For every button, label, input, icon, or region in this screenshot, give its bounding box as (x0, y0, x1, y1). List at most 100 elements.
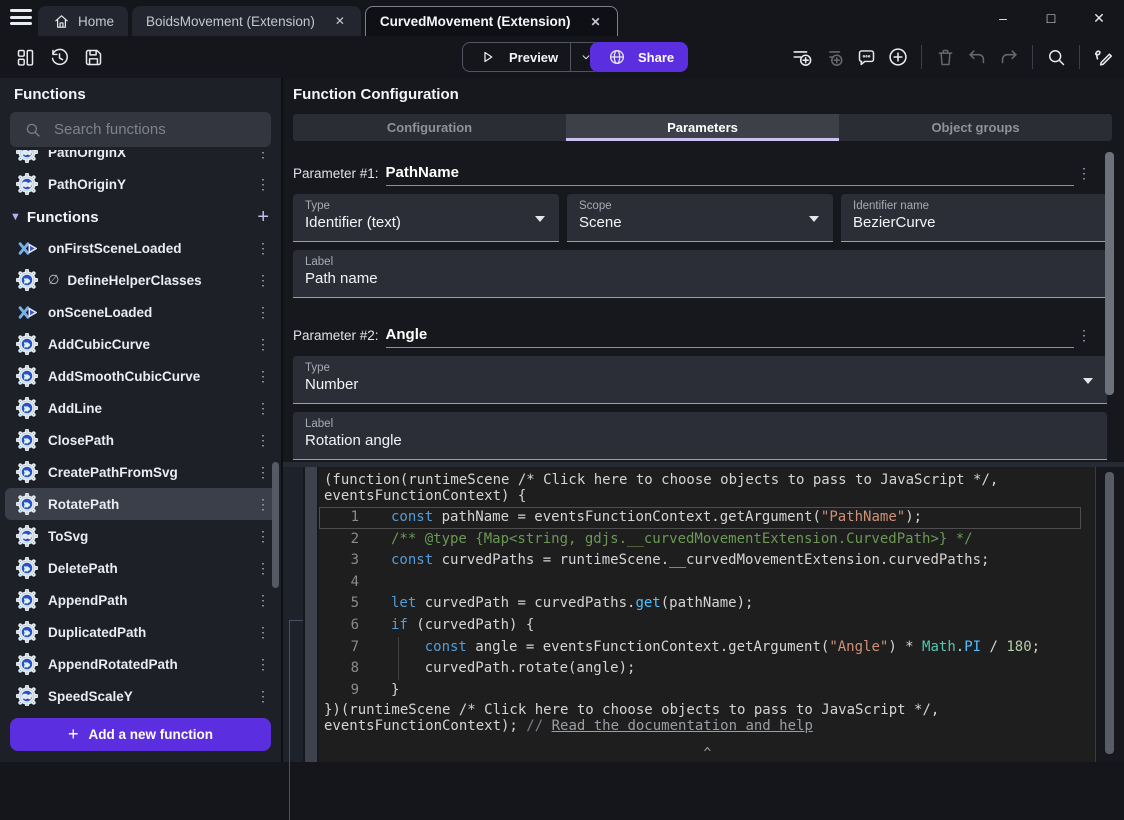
function-item-AppendRotatedPath[interactable]: »AppendRotatedPath⋮ (0, 648, 281, 680)
private-function-icon: ∅ (48, 272, 59, 288)
window-tab-home[interactable]: Home (38, 6, 128, 36)
event-drag-handle[interactable] (305, 467, 317, 762)
sidebar-scrollbar[interactable] (272, 462, 279, 588)
code-line-3[interactable]: 3const curvedPaths = runtimeScene.__curv… (319, 550, 1081, 572)
events-indent-bracket (289, 620, 303, 820)
search-input[interactable] (54, 121, 261, 138)
function-item-AddCubicCurve[interactable]: »AddCubicCurve⋮ (0, 328, 281, 360)
documentation-link[interactable]: Read the documentation and help (552, 718, 813, 734)
history-icon[interactable] (46, 44, 72, 70)
code-lines[interactable]: 1const pathName = eventsFunctionContext.… (319, 507, 1095, 701)
function-item-DuplicatedPath[interactable]: »DuplicatedPath⋮ (0, 616, 281, 648)
minimize-window-icon[interactable]: – (994, 10, 1012, 26)
label-field[interactable]: Label Rotation angle (293, 412, 1107, 460)
search-icon[interactable] (1043, 44, 1069, 70)
function-item-DeletePath[interactable]: »DeletePath⋮ (0, 552, 281, 584)
maximize-window-icon[interactable]: □ (1042, 10, 1060, 26)
add-function-icon[interactable]: + (257, 208, 269, 226)
function-item-RotatePath[interactable]: »RotatePath⋮ (5, 488, 276, 520)
parameter-menu-icon[interactable]: ⋮ (1074, 165, 1094, 186)
parameter-name-input[interactable]: Angle (386, 326, 1074, 348)
close-tab-icon[interactable]: ✕ (333, 12, 347, 30)
function-item-CreatePathFromSvg[interactable]: »CreatePathFromSvg⋮ (0, 456, 281, 488)
code-editor[interactable]: (function(runtimeScene /* Click here to … (319, 467, 1096, 762)
item-menu-icon[interactable]: ⋮ (253, 624, 273, 641)
item-menu-icon[interactable]: ⋮ (253, 150, 273, 161)
item-menu-icon[interactable]: ⋮ (253, 272, 273, 289)
type-field[interactable]: Type Number (293, 356, 1107, 404)
function-item-onSceneLoaded[interactable]: onSceneLoaded⋮ (0, 296, 281, 328)
tab-configuration[interactable]: Configuration (293, 114, 566, 141)
item-menu-icon[interactable]: ⋮ (253, 336, 273, 353)
code-line-4[interactable]: 4 (319, 572, 1081, 594)
code-line-9[interactable]: 9} (319, 680, 1081, 702)
code-scrollbar[interactable] (1105, 472, 1114, 754)
code-line-6[interactable]: 6if (curvedPath) { (319, 615, 1081, 637)
close-window-icon[interactable]: ✕ (1090, 10, 1108, 27)
function-item-AddLine[interactable]: »AddLine⋮ (0, 392, 281, 424)
code-line-7[interactable]: 7 const angle = eventsFunctionContext.ge… (319, 637, 1081, 659)
parameters-scrollbar[interactable] (1105, 152, 1114, 395)
window-tab-boidsmovement[interactable]: BoidsMovement (Extension)✕ (132, 6, 361, 36)
function-item-onFirstSceneLoaded[interactable]: onFirstSceneLoaded⋮ (0, 232, 281, 264)
close-tab-icon[interactable]: ✕ (588, 13, 602, 31)
item-menu-icon[interactable]: ⋮ (253, 528, 273, 545)
function-label: PathOriginX (48, 150, 243, 160)
edit-icon[interactable] (1090, 44, 1116, 70)
svg-text:f(x): f(x) (22, 694, 31, 700)
svg-text:f(x): f(x) (22, 534, 31, 540)
add-other-icon[interactable] (885, 44, 911, 70)
item-menu-icon[interactable]: ⋮ (253, 464, 273, 481)
item-menu-icon[interactable]: ⋮ (253, 560, 273, 577)
collapse-caret[interactable]: ^ (704, 746, 712, 761)
functions-section-header[interactable]: ▼ Functions + (0, 202, 281, 232)
item-menu-icon[interactable]: ⋮ (253, 240, 273, 257)
code-line-2[interactable]: 2/** @type {Map<string, gdjs.__curvedMov… (319, 529, 1081, 551)
item-menu-icon[interactable]: ⋮ (253, 400, 273, 417)
type-field[interactable]: Type Identifier (text) (293, 194, 559, 242)
add-comment-icon[interactable] (853, 44, 879, 70)
identifier-name-field[interactable]: Identifier name BezierCurve (841, 194, 1107, 242)
search-box[interactable] (10, 112, 271, 147)
function-item-AppendPath[interactable]: »AppendPath⋮ (0, 584, 281, 616)
window-tab-curvedmovement[interactable]: CurvedMovement (Extension)✕ (365, 6, 618, 36)
label-field[interactable]: Label Path name (293, 250, 1107, 298)
item-menu-icon[interactable]: ⋮ (253, 496, 273, 513)
add-function-button[interactable]: + Add a new function (10, 718, 271, 751)
dropdown-caret-icon (535, 216, 545, 222)
function-label: DuplicatedPath (48, 625, 243, 640)
tab-object-groups[interactable]: Object groups (839, 114, 1112, 141)
function-item-PathOriginY[interactable]: f(x)PathOriginY⋮ (0, 168, 281, 200)
item-menu-icon[interactable]: ⋮ (253, 656, 273, 673)
save-icon[interactable] (80, 44, 106, 70)
function-item-ClosePath[interactable]: »ClosePath⋮ (0, 424, 281, 456)
add-event-icon[interactable] (789, 44, 815, 70)
code-line-5[interactable]: 5let curvedPath = curvedPaths.get(pathNa… (319, 593, 1081, 615)
main-menu-icon[interactable] (10, 9, 32, 27)
share-button[interactable]: Share (590, 42, 688, 72)
tab-parameters[interactable]: Parameters (566, 114, 839, 141)
scope-field[interactable]: Scope Scene (567, 194, 833, 242)
function-item-SpeedScaleY[interactable]: f(x)SpeedScaleY⋮ (0, 680, 281, 706)
parameter-name-input[interactable]: PathName (386, 164, 1074, 186)
line-number: 1 (319, 507, 359, 529)
item-menu-icon[interactable]: ⋮ (253, 368, 273, 385)
parameter-menu-icon[interactable]: ⋮ (1074, 327, 1094, 348)
field-value: Identifier (text) (305, 214, 547, 231)
item-menu-icon[interactable]: ⋮ (253, 432, 273, 449)
action-function-icon: » (16, 461, 38, 483)
function-item-ToSvg[interactable]: f(x)ToSvg⋮ (0, 520, 281, 552)
item-menu-icon[interactable]: ⋮ (253, 688, 273, 705)
code-line-1[interactable]: 1const pathName = eventsFunctionContext.… (319, 507, 1081, 529)
function-item-AddSmoothCubicCurve[interactable]: »AddSmoothCubicCurve⋮ (0, 360, 281, 392)
item-menu-icon[interactable]: ⋮ (253, 176, 273, 193)
function-item-DefineHelperClasses[interactable]: »∅DefineHelperClasses⋮ (0, 264, 281, 296)
action-function-icon: » (16, 557, 38, 579)
item-menu-icon[interactable]: ⋮ (253, 304, 273, 321)
project-manager-icon[interactable] (12, 44, 38, 70)
code-line-8[interactable]: 8 curvedPath.rotate(angle); (319, 658, 1081, 680)
item-menu-icon[interactable]: ⋮ (253, 592, 273, 609)
parameter-1-header: Parameter #1: PathName ⋮ (283, 142, 1124, 186)
function-item-PathOriginX[interactable]: f(x)PathOriginX⋮ (0, 150, 281, 168)
preview-button[interactable]: Preview (463, 43, 570, 71)
